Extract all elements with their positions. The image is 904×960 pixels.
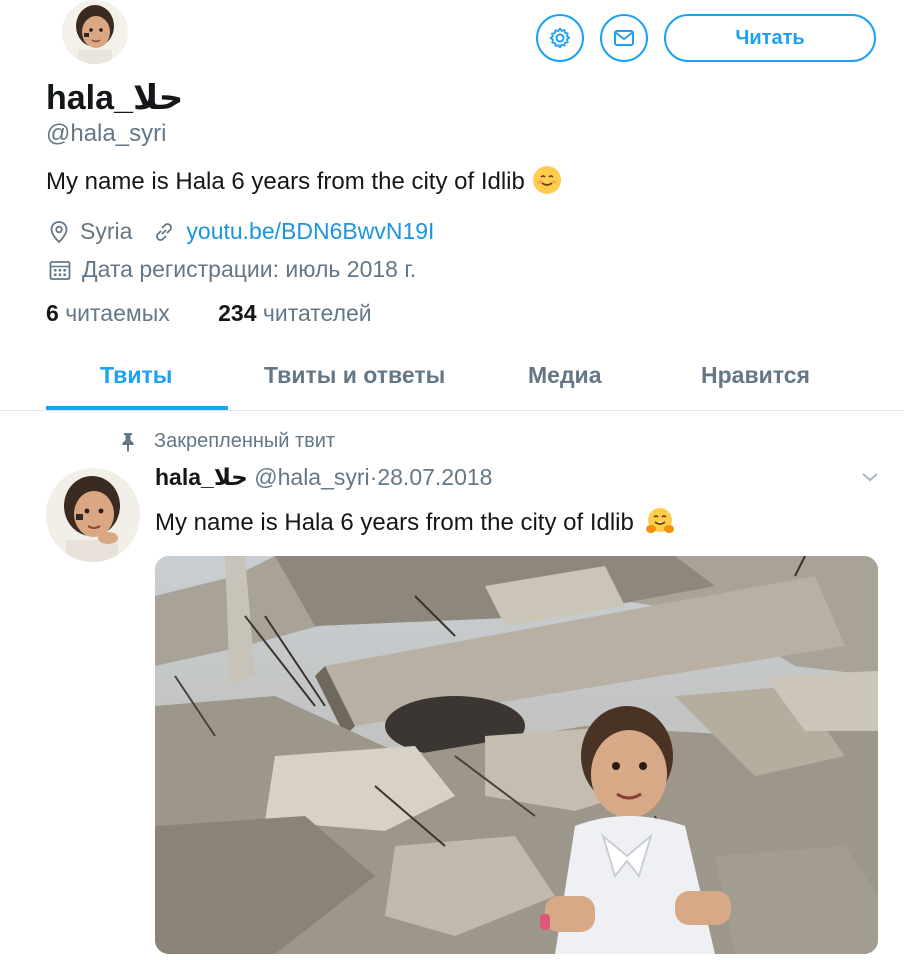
gear-icon	[549, 27, 571, 49]
profile-joined-row: Дата регистрации: июль 2018 г.	[48, 256, 416, 283]
pin-icon	[122, 432, 134, 452]
tweet-author-avatar[interactable]	[46, 468, 140, 562]
tab-media[interactable]: Медиа	[528, 362, 601, 389]
following-label: читаемых	[65, 300, 170, 326]
profile-handle: @hala_syri	[46, 120, 167, 147]
tweet-media-image[interactable]	[155, 556, 878, 954]
tweet-text-content: My name is Hala 6 years from the city of…	[155, 509, 634, 536]
profile-avatar[interactable]	[62, 0, 128, 64]
profile-joined-date: Дата регистрации: июль 2018 г.	[82, 256, 417, 282]
tweet-author-handle[interactable]: @hala_syri	[254, 464, 369, 490]
profile-name: hala_حلا	[46, 79, 184, 117]
profile-meta-row: Syria youtu.be/BDN6BwvN19I	[48, 218, 434, 245]
tweet-header: hala_حلا @hala_syri·28.07.2018	[155, 464, 492, 491]
pinned-label-text: Закрепленный твит	[154, 430, 336, 452]
message-button[interactable]	[600, 14, 648, 62]
tweet-text: My name is Hala 6 years from the city of…	[155, 506, 675, 537]
tabs-divider	[0, 410, 904, 411]
tab-likes[interactable]: Нравится	[701, 362, 810, 389]
profile-website-link[interactable]: youtu.be/BDN6BwvN19I	[186, 218, 434, 245]
location-pin-icon	[50, 220, 68, 243]
tweet-author-name[interactable]: hala_حلا	[155, 464, 248, 490]
followers-stat[interactable]: 234 читателей	[218, 300, 372, 326]
chevron-down-icon	[862, 473, 878, 482]
bio-text: My name is Hala 6 years from the city of…	[46, 168, 525, 195]
smiling-face-emoji	[532, 166, 561, 194]
profile-location: Syria	[80, 218, 133, 244]
link-icon	[156, 222, 173, 241]
follow-button[interactable]: Читать	[664, 14, 876, 62]
pinned-tweet-label: Закрепленный твит	[120, 430, 335, 453]
followers-count: 234	[218, 300, 257, 326]
following-count: 6	[46, 300, 59, 326]
tweet-menu-button[interactable]	[860, 470, 880, 489]
hugging-face-emoji	[645, 508, 674, 533]
profile-tabs: Твиты Твиты и ответы Медиа Нравится	[0, 352, 904, 410]
followers-label: читателей	[262, 300, 372, 326]
profile-counts: 6 читаемых 234 читателей	[46, 300, 372, 327]
calendar-icon	[49, 260, 71, 280]
settings-button[interactable]	[536, 14, 584, 62]
tab-tweets-and-replies[interactable]: Твиты и ответы	[264, 362, 445, 389]
tab-tweets[interactable]: Твиты	[100, 362, 172, 389]
tweet-date[interactable]: 28.07.2018	[377, 464, 492, 490]
following-stat[interactable]: 6 читаемых	[46, 300, 170, 326]
envelope-icon	[614, 30, 634, 46]
profile-bio: My name is Hala 6 years from the city of…	[46, 166, 561, 196]
